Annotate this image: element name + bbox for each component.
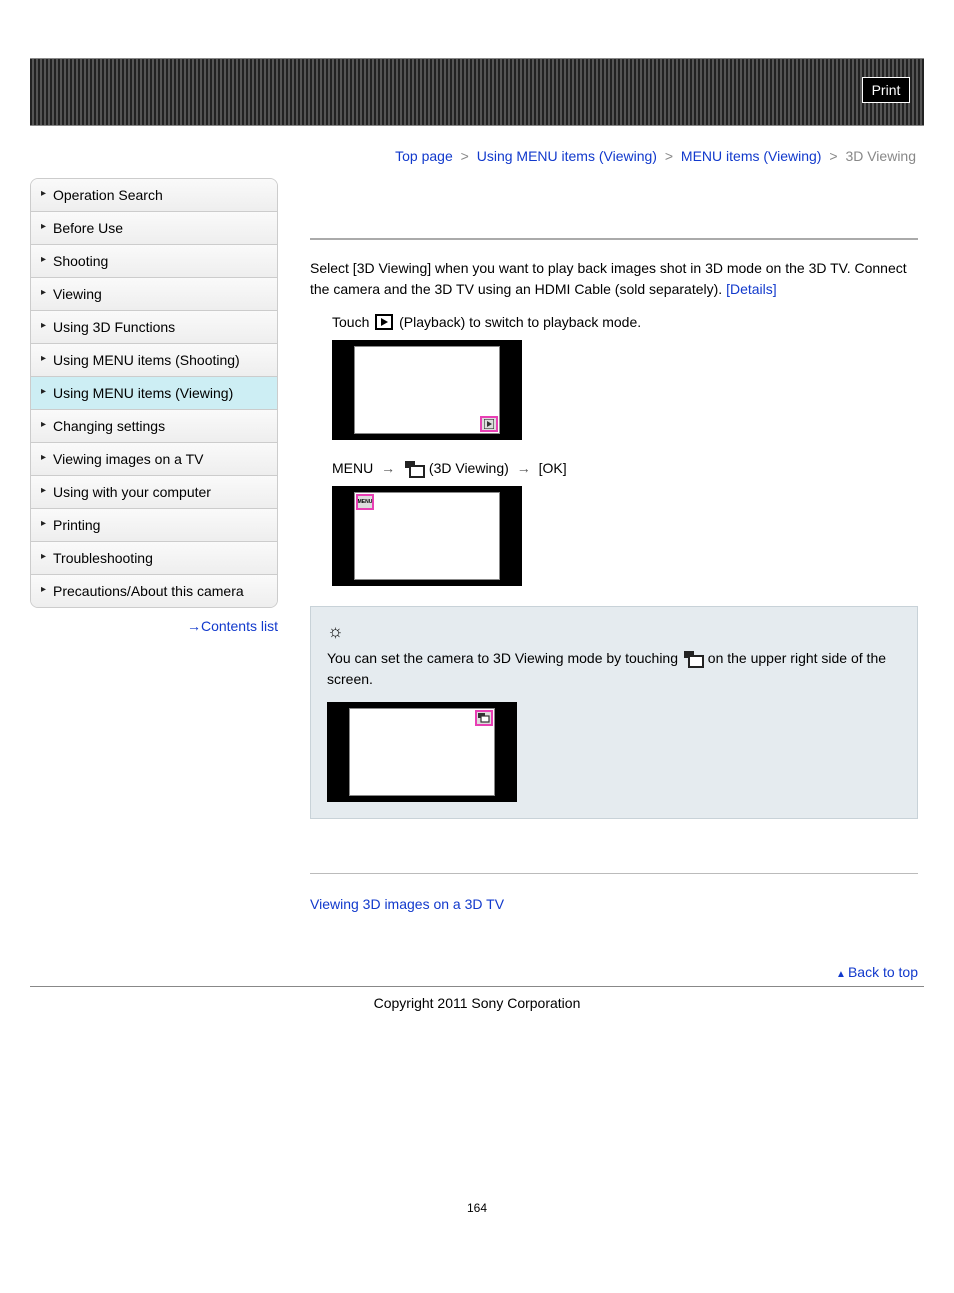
sidebar-item-viewing[interactable]: Viewing [31,278,277,311]
breadcrumb-sep: > [829,148,837,164]
back-to-top-wrap: ▲Back to top [310,964,918,980]
tip-text-part: You can set the camera to 3D Viewing mod… [327,650,682,666]
screen-mockup-tip [327,702,517,802]
menu-label: MENU [332,460,373,476]
breadcrumb: Top page > Using MENU items (Viewing) > … [0,148,916,164]
breadcrumb-link-menu-items[interactable]: MENU items (Viewing) [681,148,822,164]
sidebar-item-3d-functions[interactable]: Using 3D Functions [31,311,277,344]
triangle-up-icon: ▲ [836,969,846,980]
breadcrumb-link-top[interactable]: Top page [395,148,453,164]
sidebar: Operation Search Before Use Shooting Vie… [30,178,278,980]
sidebar-item-images-tv[interactable]: Viewing images on a TV [31,443,277,476]
sidebar-nav: Operation Search Before Use Shooting Vie… [30,178,278,608]
page-number: 164 [0,1201,954,1245]
footer-divider [30,986,924,987]
step-playback: Touch (Playback) to switch to playback m… [332,314,918,330]
tip-box: ☼ You can set the camera to 3D Viewing m… [310,606,918,819]
three-d-icon [405,461,423,475]
screen-mockup-playback [332,340,522,440]
copyright: Copyright 2011 Sony Corporation [0,995,954,1011]
sidebar-item-menu-viewing[interactable]: Using MENU items (Viewing) [31,377,277,410]
main-content: Select [3D Viewing] when you want to pla… [310,178,924,980]
contents-list-link[interactable]: Contents list [201,618,278,634]
arrow-right-icon: → [187,618,199,634]
sidebar-item-precautions[interactable]: Precautions/About this camera [31,575,277,607]
related-link[interactable]: Viewing 3D images on a 3D TV [310,896,504,912]
sidebar-item-troubleshooting[interactable]: Troubleshooting [31,542,277,575]
step-text: Touch [332,314,373,330]
sidebar-item-computer[interactable]: Using with your computer [31,476,277,509]
three-d-label: (3D Viewing) [425,460,509,476]
step-menu-path: MENU (3D Viewing) [OK] [332,460,918,476]
print-button[interactable]: Print [862,77,910,103]
three-d-icon [684,651,702,665]
sidebar-item-printing[interactable]: Printing [31,509,277,542]
sidebar-item-before-use[interactable]: Before Use [31,212,277,245]
sidebar-item-changing-settings[interactable]: Changing settings [31,410,277,443]
intro-text: Select [3D Viewing] when you want to pla… [310,258,918,300]
breadcrumb-sep: > [461,148,469,164]
three-d-button-highlight [475,710,493,726]
sidebar-item-operation-search[interactable]: Operation Search [31,179,277,212]
screen-mockup-menu: MENU [332,486,522,586]
divider [310,238,918,240]
related-link-wrap: Viewing 3D images on a 3D TV [310,896,918,912]
breadcrumb-link-menu-viewing[interactable]: Using MENU items (Viewing) [477,148,657,164]
back-to-top-link[interactable]: Back to top [848,964,918,980]
step-text: (Playback) to switch to playback mode. [395,314,641,330]
contents-list-link-wrap: →Contents list [30,618,278,634]
breadcrumb-current: 3D Viewing [845,148,916,164]
ok-label: [OK] [539,460,567,476]
menu-button-highlight: MENU [356,494,374,510]
playback-icon [375,314,393,330]
divider [310,873,918,874]
intro-text-part: Select [3D Viewing] when you want to pla… [310,260,907,297]
sidebar-item-menu-shooting[interactable]: Using MENU items (Shooting) [31,344,277,377]
details-link[interactable]: [Details] [726,281,777,297]
breadcrumb-sep: > [665,148,673,164]
sidebar-item-shooting[interactable]: Shooting [31,245,277,278]
arrow-right-icon [381,460,395,476]
tip-text: You can set the camera to 3D Viewing mod… [327,648,901,690]
header-bar: Print [30,58,924,126]
lightbulb-icon: ☼ [327,621,901,642]
playback-button-highlight [480,416,498,432]
arrow-right-icon [517,460,531,476]
